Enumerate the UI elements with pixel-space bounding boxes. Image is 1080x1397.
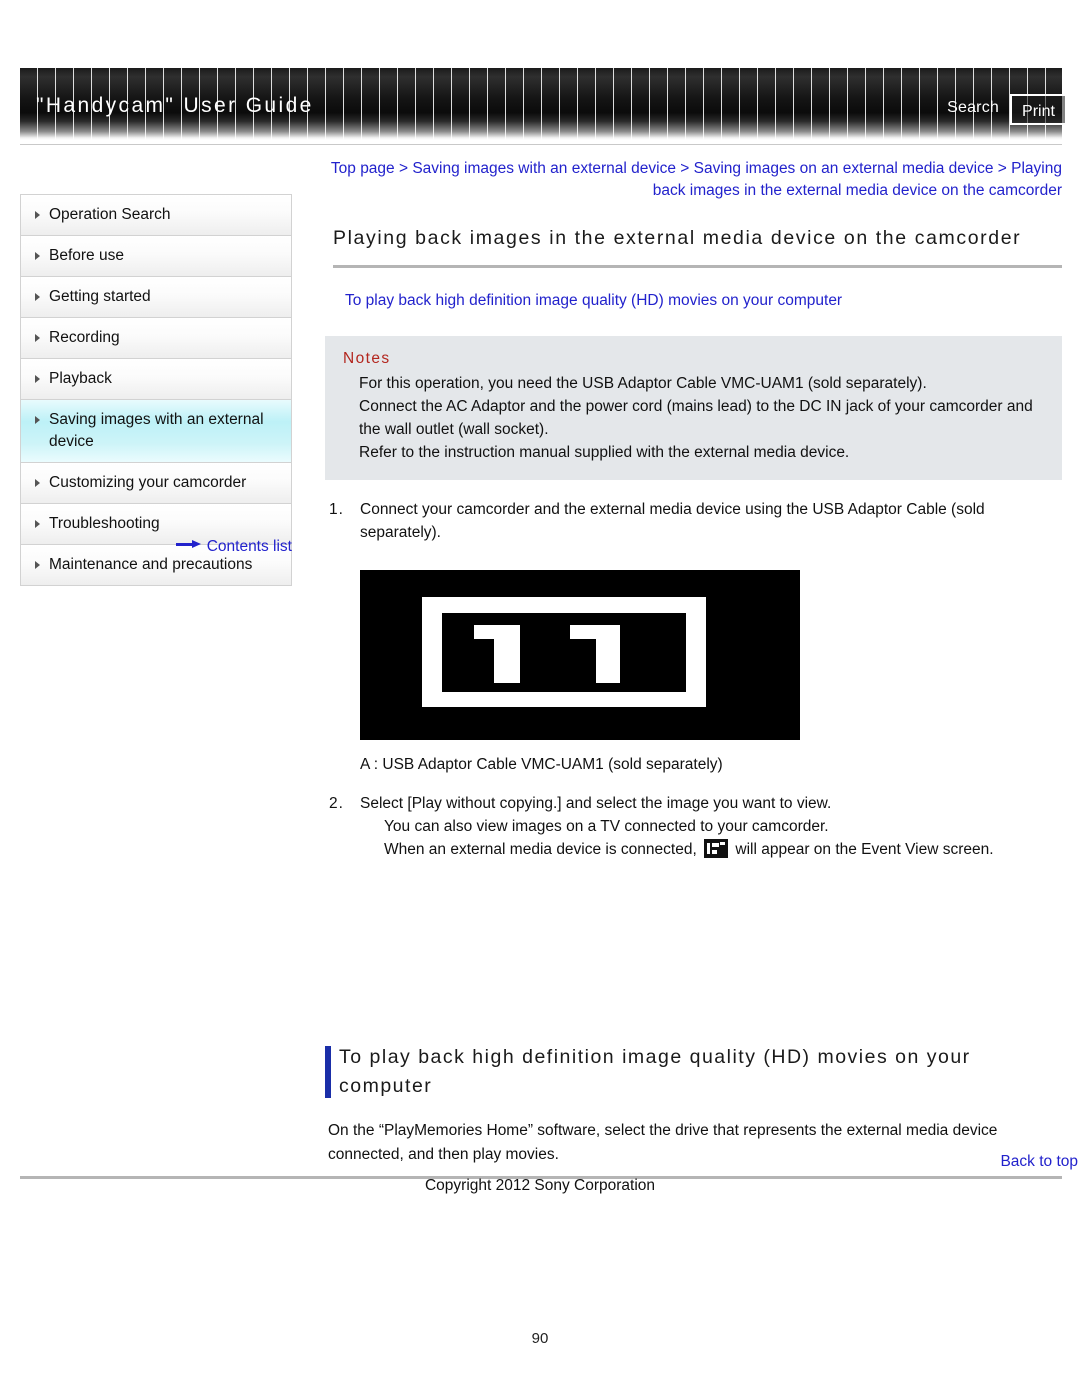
chevron-right-icon xyxy=(35,252,40,260)
site-title: "Handycam" User Guide xyxy=(36,94,314,117)
sidebar-item-getting-started[interactable]: Getting started xyxy=(21,277,291,318)
sidebar-item-label: Troubleshooting xyxy=(49,515,160,532)
page-number: 90 xyxy=(531,1330,549,1347)
step-2-subline-2: When an external media device is connect… xyxy=(360,838,1062,861)
search-link[interactable]: Search xyxy=(947,99,999,117)
step-2-subline-2-part1: When an external media device is connect… xyxy=(384,841,702,858)
tip-icon xyxy=(704,839,729,858)
sidebar-item-operation-search[interactable]: Operation Search xyxy=(21,195,291,236)
title-divider xyxy=(333,265,1062,268)
step-1: 1. Connect your camcorder and the extern… xyxy=(325,498,1062,544)
sidebar-item-saving-images-external-device[interactable]: Saving images with an external device xyxy=(21,400,291,463)
step-2-subline-2-part2: will appear on the Event View screen. xyxy=(731,841,994,858)
print-button[interactable]: Print xyxy=(1010,94,1067,125)
figure-caption: A : USB Adaptor Cable VMC-UAM1 (sold sep… xyxy=(360,756,723,773)
section-hd-movies: To play back high definition image quali… xyxy=(325,1043,1062,1167)
step-number: 1. xyxy=(329,501,344,518)
sidebar-item-label: Saving images with an external device xyxy=(49,411,264,450)
sidebar-item-label: Playback xyxy=(49,370,112,387)
contents-list-label: Contents list xyxy=(206,538,292,555)
chevron-right-icon xyxy=(35,520,40,528)
illustration-glyph-left xyxy=(474,625,536,683)
step-2-subline-1: You can also view images on a TV connect… xyxy=(384,818,829,835)
sidebar-item-label: Getting started xyxy=(49,288,151,305)
contents-list-link[interactable]: Contents list xyxy=(175,538,292,556)
sidebar-item-recording[interactable]: Recording xyxy=(21,318,291,359)
chevron-right-icon xyxy=(35,211,40,219)
sidebar-item-label: Customizing your camcorder xyxy=(49,474,247,491)
note-line: For this operation, you need the USB Ada… xyxy=(359,375,927,392)
step-text: Select [Play without copying.] and selec… xyxy=(360,795,832,812)
header-underline-divider xyxy=(20,144,1062,145)
chevron-right-icon xyxy=(35,561,40,569)
main-content: Top page > Saving images with an externa… xyxy=(325,158,1062,1167)
note-line: Refer to the instruction manual supplied… xyxy=(359,444,850,461)
page-title: Playing back images in the external medi… xyxy=(333,227,1022,249)
sidebar-item-label: Maintenance and precautions xyxy=(49,556,253,573)
figure-block: A : USB Adaptor Cable VMC-UAM1 (sold sep… xyxy=(360,570,1062,774)
section-body: On the “PlayMemories Home” software, sel… xyxy=(328,1122,998,1163)
sidebar-item-before-use[interactable]: Before use xyxy=(21,236,291,277)
anchor-link-hd-movies[interactable]: To play back high definition image quali… xyxy=(345,292,842,310)
copyright-text: Copyright 2012 Sony Corporation xyxy=(424,1177,656,1194)
usb-adaptor-cable-illustration xyxy=(360,570,800,740)
section-heading-text: To play back high definition image quali… xyxy=(339,1046,971,1097)
sidebar-item-label: Operation Search xyxy=(49,206,171,223)
section-accent-bar xyxy=(325,1046,331,1098)
chevron-right-icon xyxy=(35,416,40,424)
notes-heading: Notes xyxy=(343,350,391,367)
sidebar-item-label: Before use xyxy=(49,247,124,264)
step-number: 2. xyxy=(329,795,344,812)
illustration-frame xyxy=(422,597,706,707)
illustration-glyph-right xyxy=(570,625,632,683)
arrow-right-icon xyxy=(175,540,202,549)
chevron-right-icon xyxy=(35,375,40,383)
sidebar-item-playback[interactable]: Playback xyxy=(21,359,291,400)
chevron-right-icon xyxy=(35,334,40,342)
breadcrumb[interactable]: Top page > Saving images with an externa… xyxy=(325,158,1062,202)
sidebar-item-label: Recording xyxy=(49,329,120,346)
sidebar-nav: Operation Search Before use Getting star… xyxy=(20,194,292,586)
chevron-right-icon xyxy=(35,479,40,487)
sidebar: Operation Search Before use Getting star… xyxy=(20,194,292,586)
step-text: Connect your camcorder and the external … xyxy=(360,501,985,541)
sidebar-item-customizing-your-camcorder[interactable]: Customizing your camcorder xyxy=(21,463,291,504)
back-to-top-link[interactable]: Back to top xyxy=(1000,1153,1078,1171)
illustration-inner xyxy=(442,613,686,692)
notes-box: Notes For this operation, you need the U… xyxy=(325,336,1062,480)
chevron-right-icon xyxy=(35,293,40,301)
section-heading: To play back high definition image quali… xyxy=(325,1043,1062,1101)
step-2: 2. Select [Play without copying.] and se… xyxy=(325,792,1062,861)
note-line: Connect the AC Adaptor and the power cor… xyxy=(359,398,1033,438)
